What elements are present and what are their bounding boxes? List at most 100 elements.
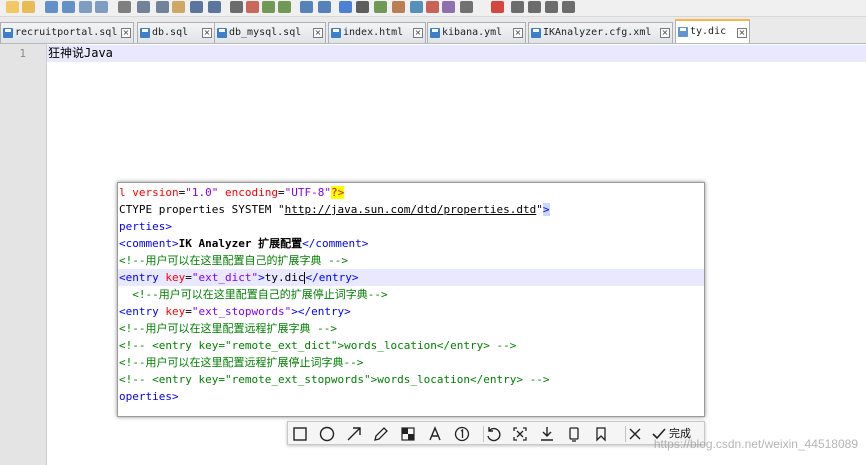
code-token: ?> xyxy=(330,186,345,199)
print-icon[interactable] xyxy=(118,1,131,13)
file-saved-icon xyxy=(3,28,13,38)
file-saved-icon xyxy=(331,28,341,38)
code-line: perties> xyxy=(118,218,704,235)
code-line: CTYPE properties SYSTEM "http://java.sun… xyxy=(118,201,704,218)
close-tool-button[interactable] xyxy=(625,424,645,444)
number-tool-button[interactable] xyxy=(452,424,472,444)
code-token: IK Analyzer 扩展配置 xyxy=(178,237,303,250)
undo-tool-button[interactable] xyxy=(483,424,503,444)
tab-close-icon[interactable]: × xyxy=(660,28,670,38)
redo-icon[interactable] xyxy=(208,1,221,13)
rectangle-icon xyxy=(293,427,307,441)
tab-db-mysql-sql[interactable]: db_mysql.sql × xyxy=(214,22,326,43)
doc-map-icon[interactable] xyxy=(410,1,423,13)
tab-ty-dic[interactable]: ty.dic × xyxy=(675,19,750,43)
code-token: "ext_stopwords" xyxy=(191,305,292,318)
tab-recruitportal-sql[interactable]: recruitportal.sql × xyxy=(0,22,134,43)
text-tool-button[interactable] xyxy=(425,424,445,444)
bookmark-icon xyxy=(596,427,606,442)
tab-close-icon[interactable]: × xyxy=(121,28,131,38)
replace-icon[interactable] xyxy=(246,1,259,13)
code-token: encoding xyxy=(224,186,278,199)
tab-db-sql[interactable]: db.sql × xyxy=(137,22,215,43)
code-token: <!-- <entry key="remote_ext_dict">words_… xyxy=(119,339,517,352)
sync-vertical-icon[interactable] xyxy=(300,1,313,13)
close-icon[interactable] xyxy=(79,1,92,13)
code-token: = xyxy=(185,305,192,318)
undo-icon xyxy=(487,427,501,442)
editor-line[interactable]: 狂神说Java xyxy=(47,45,866,62)
code-token: " xyxy=(536,203,543,216)
open-file-icon[interactable] xyxy=(22,1,35,13)
arrow-tool-button[interactable] xyxy=(344,424,364,444)
watermark: https://blog.csdn.net/weixin_44518089 xyxy=(653,437,858,451)
tab-ikanalyzer-cfg-xml[interactable]: IKAnalyzer.cfg.xml × xyxy=(528,22,673,43)
code-token: <!-- <entry key="remote_ext_stopwords">w… xyxy=(119,373,550,386)
tab-close-icon[interactable]: × xyxy=(513,28,523,38)
tab-close-icon[interactable]: × xyxy=(202,28,212,38)
code-token: operties> xyxy=(119,390,179,403)
file-saved-icon xyxy=(531,28,541,38)
tab-kibana-yml[interactable]: kibana.yml × xyxy=(427,22,526,43)
copy-icon[interactable] xyxy=(156,1,169,13)
close-icon xyxy=(629,428,641,440)
code-screenshot-preview: l version="1.0" encoding="UTF-8"?> CTYPE … xyxy=(117,182,705,417)
code-token: = xyxy=(277,186,285,199)
record-macro-icon[interactable] xyxy=(491,1,504,13)
code-line: l version="1.0" encoding="UTF-8"?> xyxy=(118,184,704,201)
word-wrap-icon[interactable] xyxy=(339,1,352,13)
bookmark-tool-button[interactable] xyxy=(591,424,611,444)
monitoring-icon[interactable] xyxy=(460,1,473,13)
show-all-chars-icon[interactable] xyxy=(356,1,369,13)
download-tool-button[interactable] xyxy=(537,424,557,444)
rectangle-tool-button[interactable] xyxy=(290,424,310,444)
user-language-icon[interactable] xyxy=(392,1,405,13)
code-line: <!--用户可以在这里配置远程扩展停止词字典--> xyxy=(118,354,704,371)
zoom-in-icon[interactable] xyxy=(262,1,275,13)
stop-macro-icon[interactable] xyxy=(511,1,524,13)
ocr-tool-button[interactable] xyxy=(510,424,530,444)
close-all-icon[interactable] xyxy=(95,1,108,13)
undo-icon[interactable] xyxy=(190,1,203,13)
code-token: ty.dic xyxy=(264,271,305,284)
number-icon xyxy=(454,426,470,442)
tab-bar: recruitportal.sql × db.sql × db_mysql.sql × in… xyxy=(0,17,866,44)
pin-tool-button[interactable] xyxy=(564,424,584,444)
code-token: <comment> xyxy=(119,237,179,250)
mosaic-tool-button[interactable] xyxy=(398,424,418,444)
code-block: l version="1.0" encoding="UTF-8"?> CTYPE … xyxy=(118,184,704,405)
folder-workspace-icon[interactable] xyxy=(442,1,455,13)
code-line: <!--用户可以在这里配置自己的扩展停止词字典--> xyxy=(118,286,704,303)
tab-label: ty.dic xyxy=(690,26,727,37)
code-token: "1.0" xyxy=(185,186,219,199)
tab-close-icon[interactable]: × xyxy=(737,28,747,38)
zoom-out-icon[interactable] xyxy=(278,1,291,13)
tab-close-icon[interactable]: × xyxy=(413,28,423,38)
save-all-icon[interactable] xyxy=(62,1,75,13)
pin-icon xyxy=(569,427,579,442)
save-macro-icon[interactable] xyxy=(562,1,575,13)
function-list-icon[interactable] xyxy=(426,1,439,13)
cut-icon[interactable] xyxy=(137,1,150,13)
ellipse-tool-button[interactable] xyxy=(317,424,337,444)
tab-label: db.sql xyxy=(152,27,189,38)
new-file-icon[interactable] xyxy=(6,1,19,13)
save-icon[interactable] xyxy=(45,1,58,13)
pencil-tool-button[interactable] xyxy=(371,424,391,444)
code-line: <!--用户可以在这里配置远程扩展字典 --> xyxy=(118,320,704,337)
code-line: <comment>IK Analyzer 扩展配置</comment> xyxy=(118,235,704,252)
tab-close-icon[interactable]: × xyxy=(313,28,323,38)
play-macro-icon[interactable] xyxy=(528,1,541,13)
mosaic-icon xyxy=(401,427,415,441)
line-number-gutter: 1 xyxy=(0,44,47,465)
code-token: http://java.sun.com/dtd/properties.dtd xyxy=(284,203,537,216)
find-icon[interactable] xyxy=(230,1,243,13)
code-token: ></entry> xyxy=(291,305,351,318)
paste-icon[interactable] xyxy=(172,1,185,13)
sync-horizontal-icon[interactable] xyxy=(318,1,331,13)
indent-guide-icon[interactable] xyxy=(374,1,387,13)
file-saved-icon xyxy=(430,28,440,38)
run-macro-multiple-icon[interactable] xyxy=(545,1,558,13)
code-token: <!--用户可以在这里配置远程扩展停止词字典--> xyxy=(119,356,364,369)
tab-index-html[interactable]: index.html × xyxy=(328,22,426,43)
